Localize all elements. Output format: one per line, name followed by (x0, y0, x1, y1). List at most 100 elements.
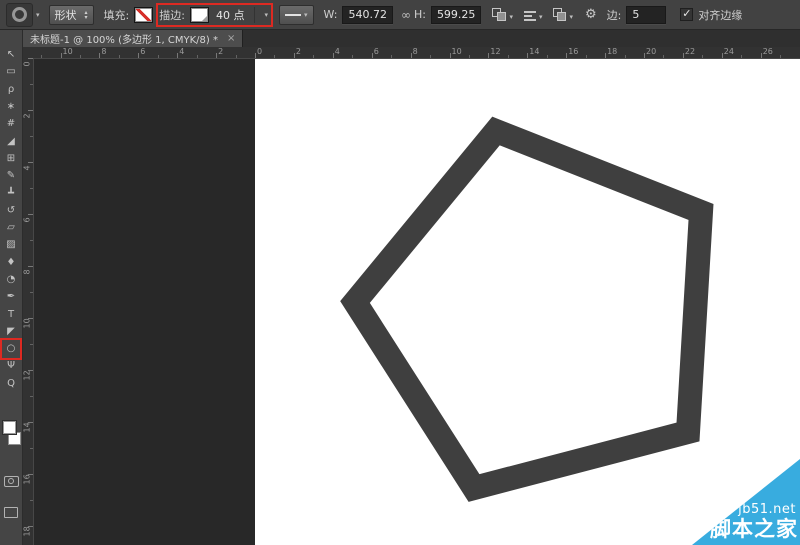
path-arrangement-button[interactable]: ▾ (553, 8, 573, 21)
clone-stamp-tool-icon: ┻ (8, 188, 14, 199)
stroke-width-value[interactable]: 40 点 (216, 7, 245, 23)
path-operations-caret-icon: ▾ (509, 13, 513, 21)
hand-tool-icon: Ψ (7, 360, 15, 371)
tool-preset-button[interactable] (6, 3, 33, 27)
ruler-tick (294, 53, 295, 58)
h-ruler[interactable]: 10864202468101214161820222426 (33, 47, 800, 59)
tool-mode-dropdown[interactable]: 形状 ▴▾ (49, 5, 94, 25)
lasso-tool[interactable]: ρ (0, 81, 22, 98)
ruler-tick (216, 53, 217, 58)
ruler-tick (527, 53, 528, 58)
ruler-tick (411, 53, 412, 58)
ruler-tick (30, 136, 33, 137)
ruler-tick (372, 53, 373, 58)
ruler-tick (566, 53, 567, 58)
path-operations-button[interactable]: ▾ (492, 8, 513, 21)
brush-tool-icon: ✎ (7, 170, 15, 181)
width-field[interactable]: 540.72 (342, 6, 393, 24)
ruler-tick (197, 55, 198, 58)
stroke-style-caret-icon: ▾ (304, 11, 308, 19)
document-tab-title: 未标题-1 @ 100% (多边形 1, CMYK/8) * (30, 31, 218, 46)
document-tab[interactable]: 未标题-1 @ 100% (多边形 1, CMYK/8) * × (23, 30, 243, 47)
ruler-label: 14 (529, 48, 539, 56)
ruler-tick (41, 55, 42, 58)
stroke-style-dropdown[interactable]: ▾ (279, 5, 314, 25)
ruler-label: 4 (24, 164, 32, 173)
tab-close-icon[interactable]: × (227, 33, 235, 44)
quick-mask-button[interactable] (4, 476, 19, 487)
shape-tool[interactable]: ○ (0, 340, 22, 357)
ruler-tick (313, 55, 314, 58)
ruler-tick (61, 53, 62, 58)
fill-swatch[interactable] (134, 7, 153, 23)
clone-stamp-tool[interactable]: ┻ (0, 184, 22, 201)
path-arrangement-caret-icon: ▾ (569, 13, 573, 21)
rectangular-marquee-tool[interactable]: ▭ (0, 63, 22, 80)
align-edges-checkbox[interactable]: ✓ (680, 8, 693, 21)
ruler-tick (30, 84, 33, 85)
ruler-tick (158, 55, 159, 58)
sides-label: 边: (607, 7, 622, 23)
sides-field[interactable]: 5 (626, 6, 666, 24)
ruler-tick (30, 448, 33, 449)
quick-selection-tool[interactable]: ∗ (0, 98, 22, 115)
move-tool[interactable]: ↖ (0, 46, 22, 63)
pen-tool[interactable]: ✒ (0, 288, 22, 305)
link-dimensions-icon[interactable]: ∞ (401, 8, 411, 22)
pentagon-shape[interactable] (355, 131, 701, 488)
ruler-label: 10 (24, 320, 32, 329)
height-field[interactable]: 599.25 (431, 6, 482, 24)
stroke-width-caret-icon[interactable]: ▾ (254, 7, 268, 23)
ruler-label: 22 (685, 48, 695, 56)
ruler-label: 20 (646, 48, 656, 56)
stroke-swatch[interactable] (190, 7, 209, 23)
gear-icon[interactable]: ⚙ (585, 7, 597, 22)
ruler-tick (391, 55, 392, 58)
updown-arrows-icon: ▴▾ (85, 10, 88, 20)
ruler-tick (625, 55, 626, 58)
blur-tool[interactable]: ♦ (0, 254, 22, 271)
ruler-label: 24 (724, 48, 734, 56)
zoom-tool[interactable]: Q (0, 375, 22, 392)
tool-mode-value: 形状 (55, 7, 77, 23)
ruler-tick (780, 55, 781, 58)
path-alignment-button[interactable]: ▾ (524, 9, 543, 21)
quick-selection-tool-icon: ∗ (7, 101, 15, 112)
ruler-label: 8 (413, 48, 418, 56)
ruler-label: 12 (490, 48, 500, 56)
ruler-tick (644, 53, 645, 58)
path-selection-tool-icon: ◤ (7, 326, 15, 337)
zoom-tool-icon: Q (7, 378, 15, 389)
brush-tool[interactable]: ✎ (0, 167, 22, 184)
ruler-tick (605, 53, 606, 58)
ruler-label: 12 (24, 372, 32, 381)
ruler-tick (741, 55, 742, 58)
ruler-tick (586, 55, 587, 58)
healing-brush-tool[interactable]: ⊞ (0, 150, 22, 167)
type-tool[interactable]: T (0, 305, 22, 322)
crop-tool[interactable]: # (0, 115, 22, 132)
v-ruler[interactable]: 024681012141618 (23, 58, 34, 545)
dodge-tool[interactable]: ◔ (0, 271, 22, 288)
eraser-tool[interactable]: ▱ (0, 219, 22, 236)
ruler-tick (761, 53, 762, 58)
gradient-tool[interactable]: ▨ (0, 236, 22, 253)
ruler-label: 10 (452, 48, 462, 56)
ruler-label: 18 (24, 528, 32, 537)
ruler-tick (702, 55, 703, 58)
tool-preset-caret-icon[interactable]: ▾ (36, 11, 40, 19)
path-selection-tool[interactable]: ◤ (0, 323, 22, 340)
eyedropper-tool[interactable]: ◢ (0, 132, 22, 149)
history-brush-tool[interactable]: ↺ (0, 202, 22, 219)
hand-tool[interactable]: Ψ (0, 357, 22, 374)
quick-mask-icon (8, 478, 14, 484)
ruler-tick (99, 53, 100, 58)
ruler-tick (30, 500, 33, 501)
history-brush-tool-icon: ↺ (7, 205, 15, 216)
ruler-tick (30, 240, 33, 241)
shape-tool-icon: ○ (7, 343, 16, 354)
ruler-tick (663, 55, 664, 58)
screen-mode-button[interactable] (4, 507, 18, 518)
foreground-color-swatch[interactable] (3, 421, 16, 434)
ruler-label: 4 (179, 48, 184, 56)
